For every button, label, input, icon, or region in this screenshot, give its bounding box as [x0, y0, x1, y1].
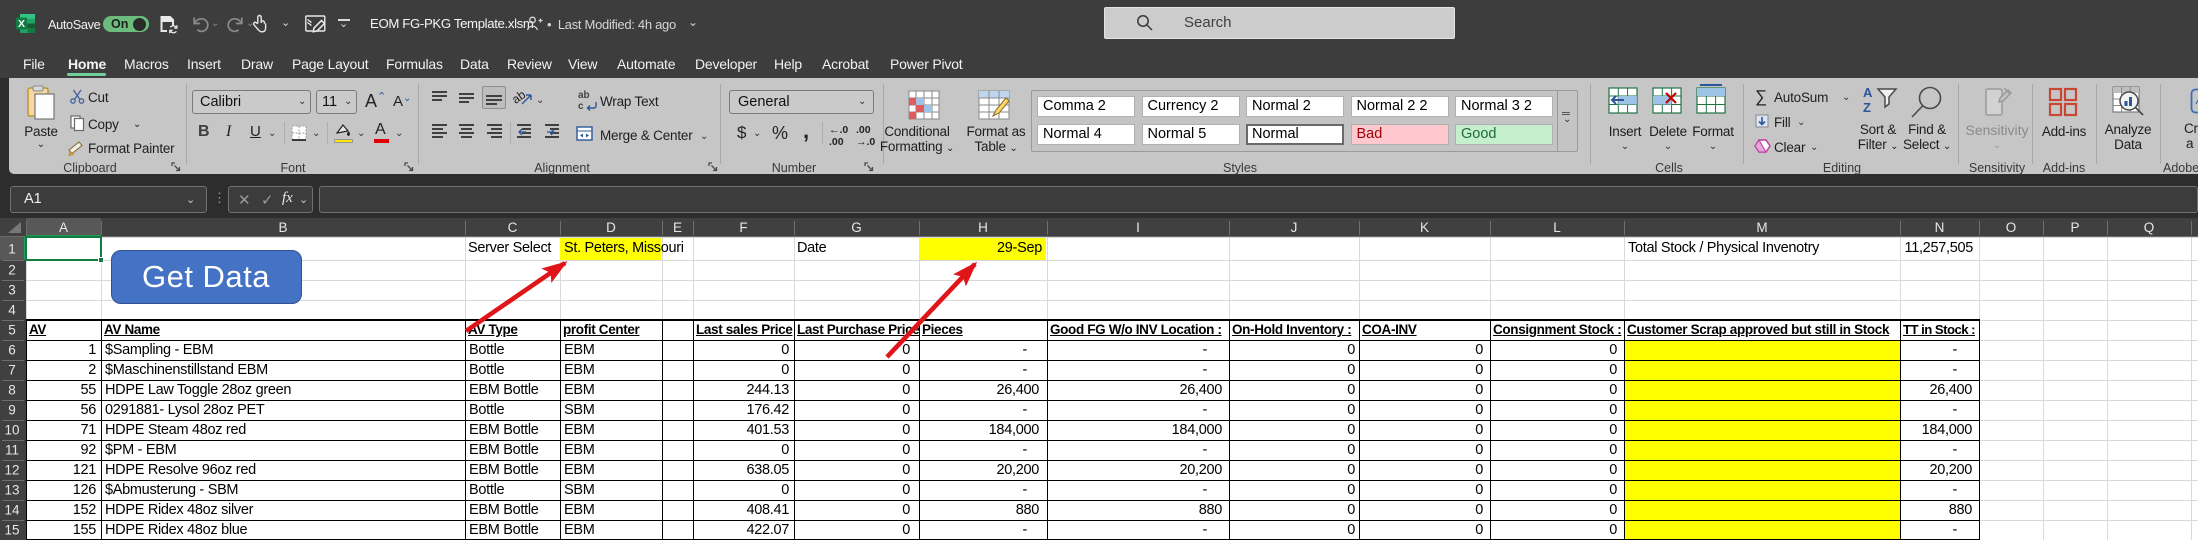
svg-text:X: X: [18, 18, 25, 30]
